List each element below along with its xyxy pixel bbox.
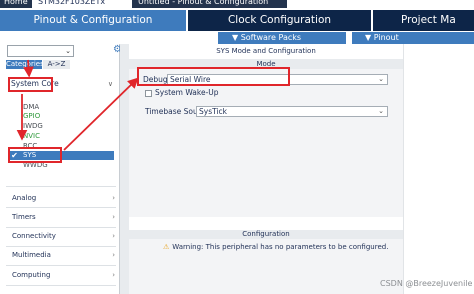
chevron-down-icon: ⌄ xyxy=(378,75,384,83)
chevron-right-icon: › xyxy=(112,194,115,202)
warning-icon: ⚠ xyxy=(163,243,170,251)
system-core-item-iwdg[interactable]: IWDG xyxy=(23,122,43,131)
divider xyxy=(6,265,116,266)
category-analog-label: Analog xyxy=(12,194,37,202)
divider xyxy=(6,207,116,208)
divider xyxy=(6,227,116,228)
chevron-down-icon: ▼ xyxy=(232,33,241,42)
panel-title: SYS Mode and Configuration xyxy=(216,47,316,55)
warning-text: Warning: This peripheral has no paramete… xyxy=(172,243,389,251)
main-tabs: Pinout & Configuration Clock Configurati… xyxy=(0,10,474,31)
system-core-item-dma[interactable]: DMA xyxy=(23,103,39,112)
chevron-down-icon: ▼ xyxy=(365,33,374,42)
sub-toolbar: ▼ Software Packs ▼ Pinout xyxy=(0,31,474,44)
configuration-section-header: Configuration xyxy=(129,230,403,239)
category-timers[interactable]: Timers › xyxy=(12,210,116,224)
divider xyxy=(6,186,116,187)
timebase-select-value: SysTick xyxy=(199,107,228,116)
category-timers-label: Timers xyxy=(12,213,36,221)
software-packs-menu[interactable]: ▼ Software Packs xyxy=(232,32,301,44)
tab-categories[interactable]: Categories xyxy=(6,60,44,69)
annotation-box-debug xyxy=(137,67,290,86)
timebase-source-select[interactable]: SysTick ⌄ xyxy=(196,106,388,117)
annotation-box-sys xyxy=(8,147,62,163)
system-wakeup-label: System Wake-Up xyxy=(155,88,219,97)
breadcrumb-device[interactable]: STM32F103ZETx xyxy=(32,0,132,8)
chevron-right-icon: › xyxy=(112,232,115,240)
chevron-down-icon: ⌄ xyxy=(378,107,384,115)
panel-splitter[interactable] xyxy=(120,44,129,294)
pinout-menu[interactable]: ▼ Pinout xyxy=(365,32,399,44)
search-input[interactable]: ⌄ xyxy=(7,45,74,57)
category-analog[interactable]: Analog › xyxy=(12,191,116,205)
tab-project-manager[interactable]: Project Ma xyxy=(373,10,474,31)
tab-a-to-z[interactable]: A->Z xyxy=(43,60,70,69)
chevron-right-icon: › xyxy=(112,213,115,221)
warning-message: ⚠ Warning: This peripheral has no paramet… xyxy=(163,242,388,253)
right-side-area xyxy=(403,44,474,294)
breadcrumb-project[interactable]: Untitled - Pinout & Configuration xyxy=(132,0,287,8)
category-multimedia[interactable]: Multimedia › xyxy=(12,248,116,262)
category-tabs: Categories A->Z xyxy=(6,60,70,69)
system-core-item-nvic[interactable]: NVIC xyxy=(23,132,40,141)
chevron-right-icon: › xyxy=(112,251,115,259)
divider xyxy=(6,285,116,286)
category-connectivity[interactable]: Connectivity › xyxy=(12,229,116,243)
breadcrumb-home[interactable]: Home xyxy=(0,0,32,8)
system-core-item-gpio[interactable]: GPIO xyxy=(23,112,40,121)
chevron-right-icon: › xyxy=(112,271,115,279)
watermark: CSDN @BreezeJuvenile xyxy=(380,279,473,288)
chevron-down-icon: ∨ xyxy=(107,80,113,88)
category-multimedia-label: Multimedia xyxy=(12,251,51,259)
configuration-section: ⚠ Warning: This peripheral has no paramet… xyxy=(129,239,403,294)
system-wakeup-checkbox[interactable] xyxy=(145,90,152,97)
annotation-box-system-core xyxy=(8,77,53,92)
category-connectivity-label: Connectivity xyxy=(12,232,56,240)
breadcrumb: Home STM32F103ZETx Untitled - Pinout & C… xyxy=(0,0,474,9)
toolbar-separator xyxy=(346,32,352,44)
chevron-down-icon[interactable]: ⌄ xyxy=(65,46,71,56)
divider xyxy=(6,246,116,247)
category-computing[interactable]: Computing › xyxy=(12,268,116,282)
pinout-label: Pinout xyxy=(373,33,399,42)
category-computing-label: Computing xyxy=(12,271,51,279)
stm32cubemx-window: Home STM32F103ZETx Untitled - Pinout & C… xyxy=(0,0,474,294)
software-packs-label: Software Packs xyxy=(240,33,302,42)
tab-clock-configuration[interactable]: Clock Configuration xyxy=(188,10,371,31)
tab-pinout-configuration[interactable]: Pinout & Configuration xyxy=(0,10,186,31)
